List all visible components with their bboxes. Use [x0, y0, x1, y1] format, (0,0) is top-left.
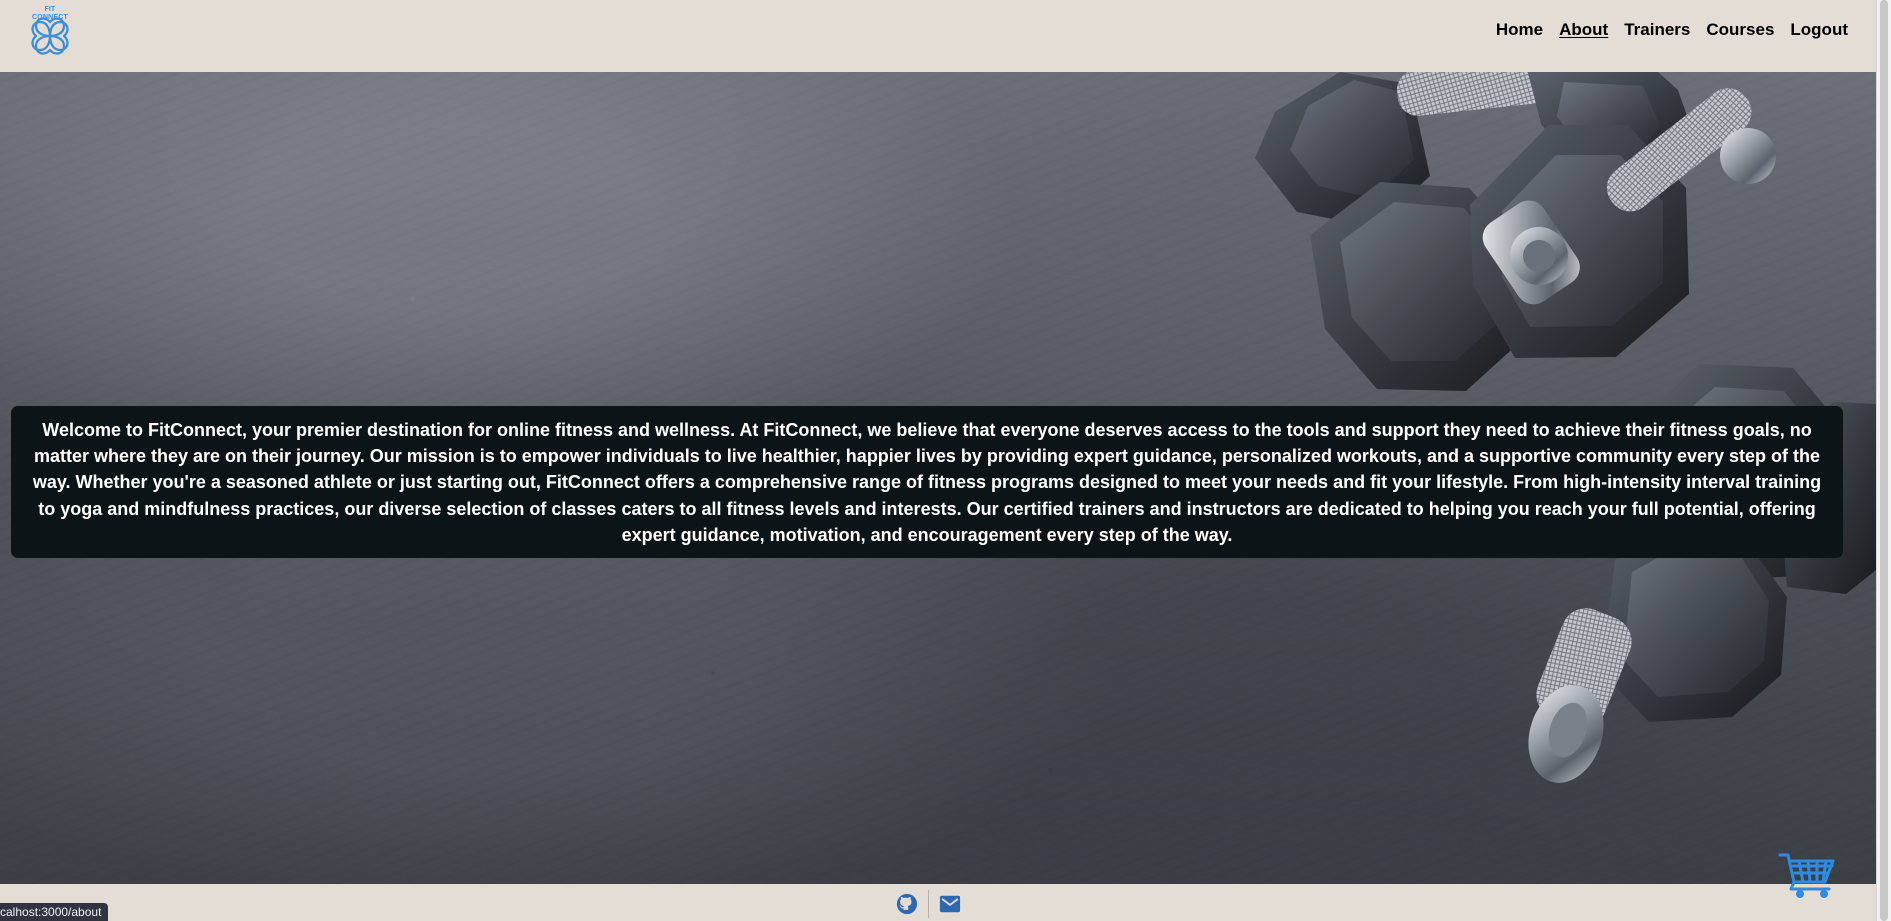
page: FIT CONNECT Home About Trainers Courses …: [0, 0, 1891, 921]
about-text-panel: Welcome to FitConnect, your premier dest…: [11, 406, 1843, 558]
main-nav: Home About Trainers Courses Logout: [1496, 20, 1848, 40]
top-navigation-bar: FIT CONNECT Home About Trainers Courses …: [0, 0, 1876, 72]
nav-about-link[interactable]: About: [1559, 20, 1608, 40]
footer-icons: [896, 890, 961, 918]
knot-logo-icon: [31, 17, 69, 55]
scrollbar-thumb[interactable]: [1880, 0, 1888, 921]
nav-trainers-link[interactable]: Trainers: [1624, 20, 1690, 40]
nav-home-link[interactable]: Home: [1496, 20, 1543, 40]
fitconnect-logo[interactable]: FIT CONNECT: [28, 6, 72, 56]
footer-divider: [928, 890, 929, 918]
shopping-cart-icon[interactable]: [1777, 851, 1839, 901]
nav-courses-link[interactable]: Courses: [1706, 20, 1774, 40]
github-icon[interactable]: [896, 893, 918, 915]
browser-status-url: calhost:3000/about: [0, 903, 109, 921]
nav-logout-link[interactable]: Logout: [1790, 20, 1848, 40]
vertical-scrollbar[interactable]: [1876, 0, 1891, 921]
mail-icon[interactable]: [939, 893, 961, 915]
